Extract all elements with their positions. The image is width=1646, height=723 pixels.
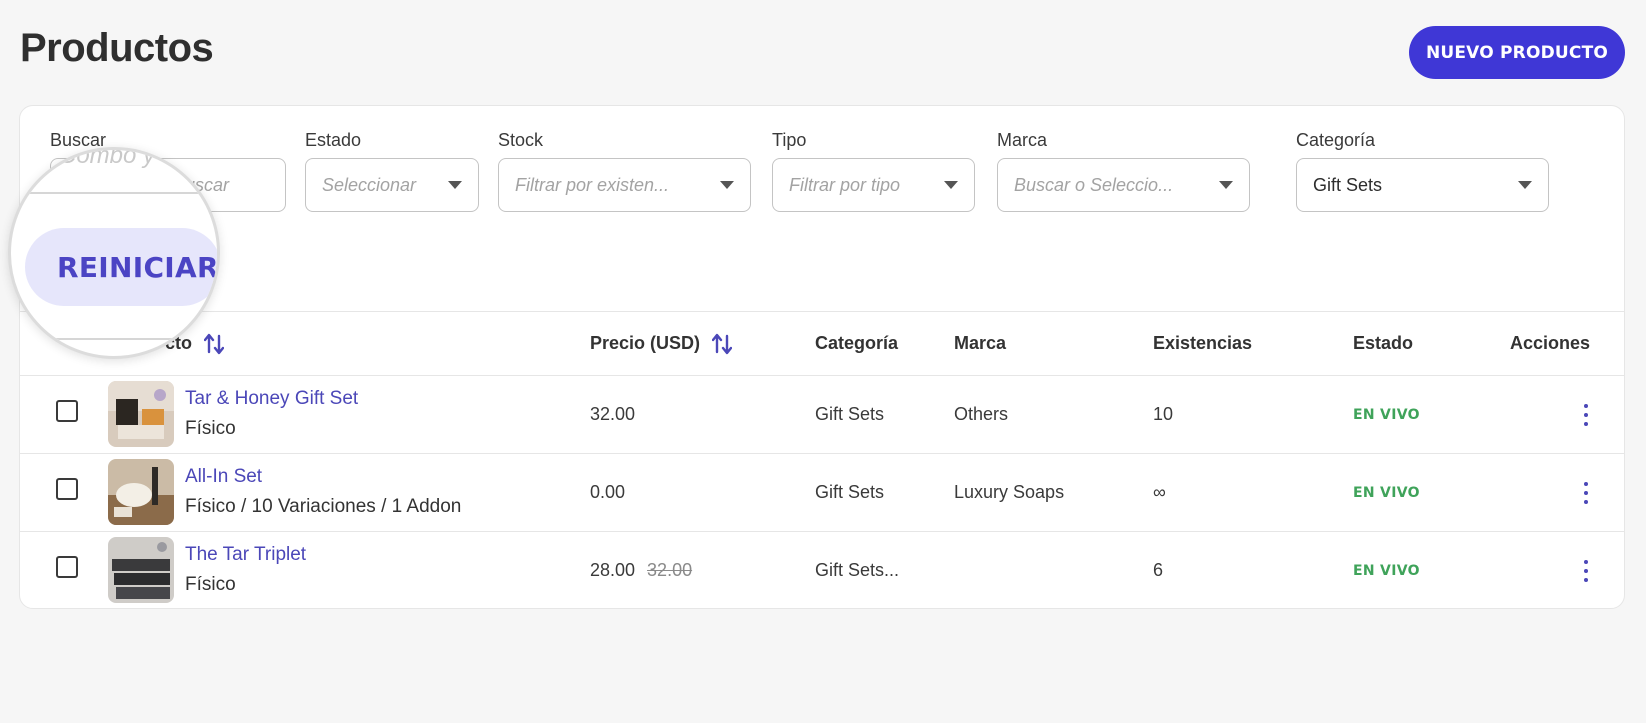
stock-cell: 10 [1153, 404, 1174, 424]
product-thumbnail[interactable] [108, 381, 174, 447]
chevron-down-icon [1518, 181, 1532, 189]
category-cell: Gift Sets... [815, 560, 900, 580]
price-cell: 32.00 [590, 376, 635, 453]
filter-category-label: Categoría [1296, 130, 1376, 150]
brand-select[interactable]: Buscar o Seleccio... [997, 158, 1250, 212]
product-type: Físico / 10 Variaciones / 1 Addon [185, 496, 462, 517]
filter-type: Tipo Filtrar por tipo [772, 130, 975, 212]
price-cell: 0.00 [590, 454, 625, 531]
products-card: Buscar buscar Estado Seleccionar Stock F… [19, 105, 1625, 609]
column-status: Estado [1353, 333, 1414, 353]
status-cell: EN VIVO [1353, 532, 1420, 608]
divider [11, 192, 217, 194]
product-name-link[interactable]: Tar & Honey Gift Set [185, 388, 358, 410]
stock-select[interactable]: Filtrar por existen... [498, 158, 751, 212]
filter-type-label: Tipo [772, 130, 807, 150]
column-price-label: Precio (USD) [590, 333, 701, 353]
reset-button[interactable]: REINICIAR [25, 228, 217, 306]
stock-cell: ∞ [1153, 482, 1166, 502]
stock-placeholder: Filtrar por existen... [515, 174, 670, 195]
row-checkbox[interactable] [56, 478, 78, 500]
product-name-link[interactable]: All-In Set [185, 466, 262, 488]
filter-stock: Stock Filtrar por existen... [498, 130, 751, 212]
column-category: Categoría [815, 333, 899, 353]
status-placeholder: Seleccionar [322, 174, 417, 195]
price-cell: 28.00 32.00 [590, 532, 693, 608]
chevron-down-icon [1219, 181, 1233, 189]
sort-icon[interactable] [204, 332, 224, 356]
divider [11, 338, 217, 340]
brand-placeholder: Buscar o Seleccio... [1014, 174, 1174, 195]
product-thumbnail[interactable] [108, 537, 174, 603]
row-checkbox[interactable] [56, 556, 78, 578]
row-checkbox[interactable] [56, 400, 78, 422]
status-badge: EN VIVO [1353, 484, 1420, 501]
category-cell: Gift Sets [815, 482, 885, 502]
status-cell: EN VIVO [1353, 454, 1420, 531]
filter-brand-label: Marca [997, 130, 1048, 150]
filter-status: Estado Seleccionar [305, 130, 479, 212]
type-placeholder: Filtrar por tipo [789, 174, 901, 195]
table-header: cto Precio (USD) Categoría Marca Existen… [20, 311, 1624, 376]
column-price[interactable]: Precio (USD) [590, 312, 733, 375]
brand-cell: Luxury Soaps [954, 482, 1065, 502]
filter-stock-label: Stock [498, 130, 544, 150]
status-badge: EN VIVO [1353, 562, 1420, 579]
price-value: 28.00 [590, 560, 636, 580]
table-row: The Tar Triplet Físico 28.00 32.00 Gift … [20, 532, 1624, 608]
status-badge: EN VIVO [1353, 406, 1420, 423]
category-cell: Gift Sets [815, 404, 885, 424]
filter-category: Categoría Gift Sets [1296, 130, 1549, 212]
price-value: 32.00 [590, 404, 636, 424]
filter-status-label: Estado [305, 130, 362, 150]
more-actions-icon[interactable] [1576, 482, 1596, 504]
chevron-down-icon [720, 181, 734, 189]
table-row: Tar & Honey Gift Set Físico 32.00 Gift S… [20, 376, 1624, 454]
type-select[interactable]: Filtrar por tipo [772, 158, 975, 212]
filter-brand: Marca Buscar o Seleccio... [997, 130, 1250, 212]
table-row: All-In Set Físico / 10 Variaciones / 1 A… [20, 454, 1624, 532]
brand-cell: Others [954, 404, 1009, 424]
old-price-value: 32.00 [647, 560, 693, 580]
product-type: Físico [185, 574, 236, 595]
chevron-down-icon [944, 181, 958, 189]
category-value: Gift Sets [1313, 174, 1383, 195]
product-thumbnail[interactable] [108, 459, 174, 525]
status-cell: EN VIVO [1353, 376, 1420, 453]
product-name-link[interactable]: The Tar Triplet [185, 544, 306, 566]
category-select[interactable]: Gift Sets [1296, 158, 1549, 212]
chevron-down-icon [448, 181, 462, 189]
more-actions-icon[interactable] [1576, 404, 1596, 426]
magnified-search-text: Combo y [59, 147, 156, 169]
page-title: Productos [20, 26, 214, 70]
product-type: Físico [185, 418, 236, 439]
magnifier-overlay: Combo y REINICIAR [8, 147, 220, 359]
sort-icon[interactable] [712, 332, 733, 356]
more-actions-icon[interactable] [1576, 560, 1596, 582]
column-actions: Acciones [1510, 333, 1591, 353]
price-value: 0.00 [590, 482, 626, 502]
column-stock: Existencias [1153, 333, 1253, 353]
status-select[interactable]: Seleccionar [305, 158, 479, 212]
stock-cell: 6 [1153, 560, 1164, 580]
new-product-button[interactable]: NUEVO PRODUCTO [1409, 26, 1625, 79]
column-brand: Marca [954, 333, 1007, 353]
